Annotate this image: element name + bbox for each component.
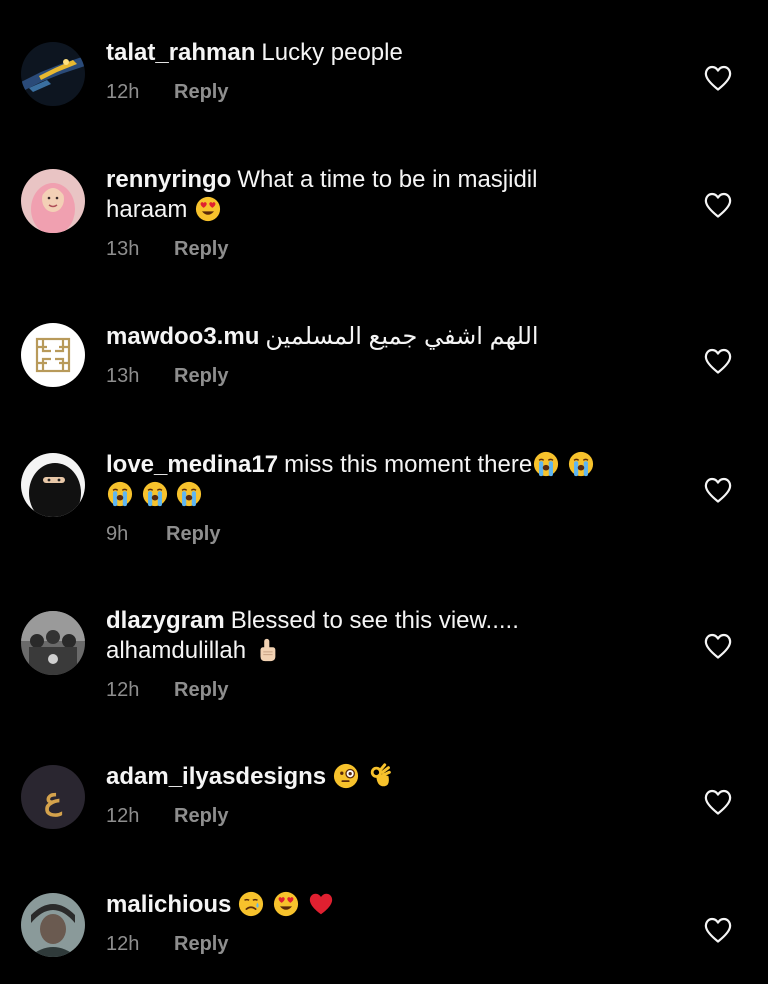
- avatar[interactable]: [21, 893, 85, 957]
- comment-time: 13h: [106, 365, 140, 387]
- comment-body: اللهم اشفي جميع المسلمين: [265, 323, 539, 350]
- comment-meta: 12h Reply: [106, 678, 666, 702]
- comment-text: talat_rahman Lucky people: [106, 38, 666, 68]
- username[interactable]: dlazygram: [106, 607, 225, 634]
- comment-meta: 12h Reply: [106, 80, 666, 104]
- avatar[interactable]: [21, 453, 85, 517]
- comment-text: dlazygram Blessed to see this view..... al…: [106, 606, 666, 666]
- loudly-crying-emoji: [568, 451, 594, 477]
- heart-outline-icon[interactable]: [704, 348, 732, 374]
- reply-button[interactable]: Reply: [174, 238, 228, 260]
- comment-meta: 9h Reply: [106, 522, 666, 546]
- comment-meta: 13h Reply: [106, 237, 666, 261]
- comment-time: 13h: [106, 238, 140, 260]
- comment-body: What a time to be in masjidil: [237, 166, 538, 193]
- username[interactable]: love_medina17: [106, 451, 278, 478]
- heart-outline-icon[interactable]: [704, 65, 732, 91]
- comment-text: malichious: [106, 890, 666, 920]
- reply-button[interactable]: Reply: [174, 81, 228, 103]
- username[interactable]: rennyringo: [106, 166, 231, 193]
- username[interactable]: talat_rahman: [106, 39, 255, 66]
- comment-meta: 12h Reply: [106, 804, 666, 828]
- username[interactable]: malichious: [106, 891, 231, 918]
- comment-body-line2: haraam: [106, 196, 188, 223]
- red-heart-emoji: [308, 891, 334, 917]
- comment-body: Blessed to see this view.....: [230, 607, 519, 634]
- comment-time: 9h: [106, 523, 129, 545]
- comment-text: rennyringo What a time to be in masjidil h…: [106, 165, 666, 225]
- reply-button[interactable]: Reply: [174, 933, 228, 955]
- heart-eyes-emoji: [273, 891, 299, 917]
- heart-outline-icon[interactable]: [704, 192, 732, 218]
- heart-outline-icon[interactable]: [704, 633, 732, 659]
- reply-button[interactable]: Reply: [174, 805, 228, 827]
- index-pointing-up-emoji: [254, 637, 280, 663]
- loudly-crying-emoji: [142, 481, 168, 507]
- reply-button[interactable]: Reply: [166, 523, 220, 545]
- comment-time: 12h: [106, 679, 140, 701]
- comment-time: 12h: [106, 81, 140, 103]
- monocle-face-emoji: [333, 763, 359, 789]
- comment-body-line2: alhamdulillah: [106, 637, 247, 664]
- comment-body: Lucky people: [261, 39, 403, 66]
- heart-outline-icon[interactable]: [704, 477, 732, 503]
- username[interactable]: adam_ilyasdesigns: [106, 763, 326, 790]
- heart-eyes-emoji: [195, 196, 221, 222]
- crying-face-emoji: [238, 891, 264, 917]
- comment-time: 12h: [106, 805, 140, 827]
- comment-body: miss this moment there: [284, 451, 533, 478]
- avatar[interactable]: [21, 42, 85, 106]
- reply-button[interactable]: Reply: [174, 679, 228, 701]
- comment-time: 12h: [106, 933, 140, 955]
- avatar[interactable]: [21, 169, 85, 233]
- comment-text: mawdoo3.mu اللهم اشفي جميع المسلمين: [106, 322, 666, 352]
- avatar[interactable]: ع: [21, 765, 85, 829]
- svg-text:ع: ع: [44, 782, 63, 817]
- heart-outline-icon[interactable]: [704, 917, 732, 943]
- heart-outline-icon[interactable]: [704, 789, 732, 815]
- loudly-crying-emoji: [107, 481, 133, 507]
- comment-meta: 12h Reply: [106, 932, 666, 956]
- comment-text: love_medina17 miss this moment there: [106, 450, 666, 510]
- ok-hand-emoji: [368, 763, 394, 789]
- comment-text: adam_ilyasdesigns: [106, 762, 666, 792]
- avatar[interactable]: [21, 323, 85, 387]
- reply-button[interactable]: Reply: [174, 365, 228, 387]
- loudly-crying-emoji: [176, 481, 202, 507]
- loudly-crying-emoji: [533, 451, 559, 477]
- avatar[interactable]: [21, 611, 85, 675]
- username[interactable]: mawdoo3.mu: [106, 323, 259, 350]
- comment-meta: 13h Reply: [106, 364, 666, 388]
